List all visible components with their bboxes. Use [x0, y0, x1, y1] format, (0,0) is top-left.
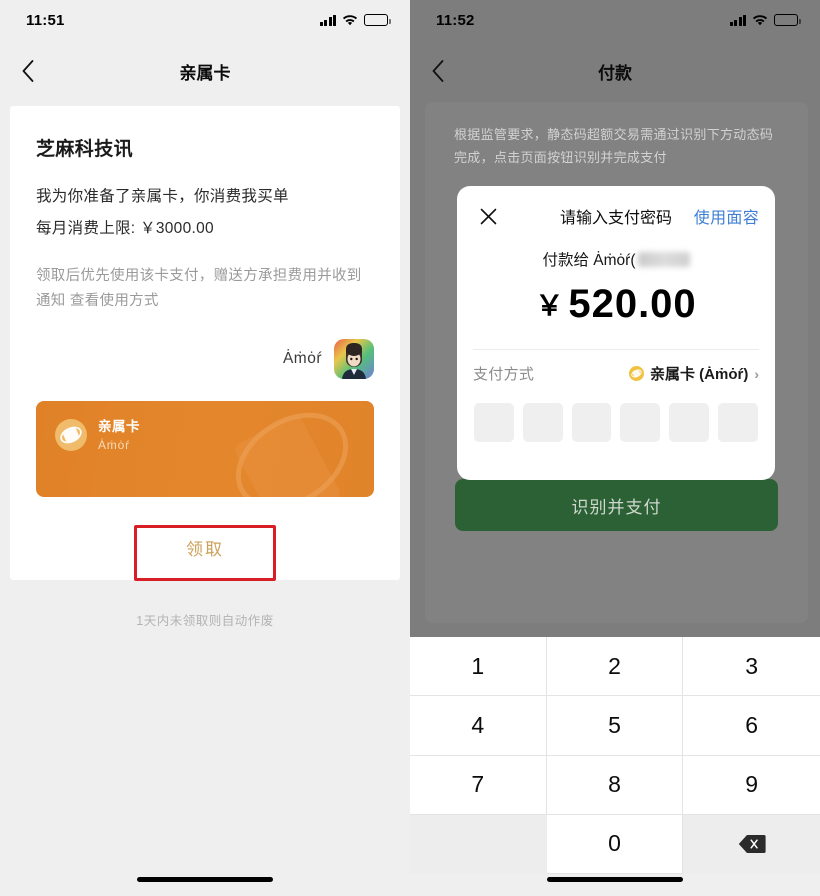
banner-subtitle: Ȧṁȯŕ — [98, 437, 130, 452]
status-bar-indicators — [729, 14, 801, 26]
key-6[interactable]: 6 — [683, 696, 820, 756]
key-4[interactable]: 4 — [410, 696, 547, 756]
expiry-note: 1天内未领取则自动作废 — [136, 614, 274, 628]
card-message-line-1: 我为你准备了亲属卡，你消费我买单 — [36, 188, 289, 205]
chevron-right-icon: › — [754, 365, 759, 382]
back-button[interactable] — [410, 40, 466, 102]
chevron-left-icon — [432, 60, 444, 82]
payee-line: 付款给 Ȧṁȯŕ( — [457, 248, 775, 270]
sender-name: Ȧṁȯŕ — [282, 349, 322, 367]
key-0[interactable]: 0 — [546, 814, 684, 874]
status-bar: 11:52 — [410, 0, 820, 40]
family-card-icon — [55, 418, 87, 451]
banner-content: 亲属卡 Ȧṁȯŕ — [55, 418, 140, 452]
claim-button-label: 领取 — [186, 539, 224, 559]
status-bar-indicators — [319, 14, 391, 26]
pin-box[interactable] — [571, 403, 612, 442]
claim-button[interactable]: 领取 — [10, 514, 400, 580]
close-icon[interactable] — [473, 201, 503, 231]
use-faceid-button[interactable]: 使用面容 — [694, 204, 759, 228]
card-usage-note: 领取后优先使用该卡支付，赠送方承担费用并收到通知 查看使用方式 — [36, 268, 362, 310]
wifi-icon — [752, 14, 768, 26]
nav-bar: 亲属卡 — [0, 40, 410, 102]
brand-name: 芝麻科技讯 — [36, 139, 134, 160]
avatar — [334, 338, 374, 379]
payment-method-name: 亲属卡 (Ȧṁȯŕ) — [650, 366, 749, 383]
key-2[interactable]: 2 — [546, 637, 684, 697]
page-title: 付款 — [598, 63, 632, 83]
regulatory-notice: 根据监管要求，静态码超额交易需通过识别下方动态码完成，点击页面按钮识别并完成支付 — [454, 127, 774, 165]
right-phone-screen: 11:52 付款 根据监管要求，静态码超额交易需通过识别下方动态码完成，点击页面… — [410, 0, 820, 896]
pin-box[interactable] — [474, 403, 514, 442]
battery-icon — [774, 14, 801, 26]
payment-amount: ￥ 520.00 — [457, 282, 775, 327]
dialog-header: 请输入支付密码 使用面容 — [457, 186, 775, 246]
currency-symbol: ￥ — [535, 290, 565, 321]
status-bar: 11:51 — [0, 0, 410, 40]
status-bar-time: 11:52 — [436, 11, 475, 29]
card-monthly-limit: 每月消费上限: ￥3000.00 — [36, 220, 214, 237]
pin-box[interactable] — [669, 403, 710, 442]
chevron-left-icon — [22, 60, 34, 82]
key-blank — [410, 814, 547, 874]
key-5[interactable]: 5 — [546, 696, 684, 756]
pin-box[interactable] — [620, 403, 661, 442]
banner-text: 亲属卡 Ȧṁȯŕ — [98, 419, 140, 452]
cellular-signal-icon — [319, 14, 336, 26]
sender-signature: Ȧṁȯŕ — [36, 338, 374, 379]
card-orbit-decoration — [235, 412, 349, 497]
battery-icon — [364, 14, 391, 26]
page-title: 亲属卡 — [179, 63, 231, 83]
banner-title: 亲属卡 — [98, 418, 140, 434]
home-indicator — [137, 877, 273, 882]
family-card-dot-icon — [629, 366, 644, 381]
backspace-key[interactable] — [683, 814, 820, 874]
payment-method-row[interactable]: 支付方式 亲属卡 (Ȧṁȯŕ) › — [457, 350, 775, 397]
pin-box[interactable] — [522, 403, 563, 442]
payment-method-label: 支付方式 — [473, 366, 535, 383]
nav-bar: 付款 — [410, 40, 820, 102]
password-dialog: 请输入支付密码 使用面容 付款给 Ȧṁȯŕ( ￥ 520.00 支付方式 亲属卡 … — [457, 186, 775, 480]
family-card-banner[interactable]: 亲属卡 Ȧṁȯŕ — [36, 400, 374, 497]
payee-label: 付款给 Ȧṁȯŕ( — [542, 252, 636, 269]
wifi-icon — [342, 14, 358, 26]
key-7[interactable]: 7 — [410, 755, 547, 815]
family-card-panel: 芝麻科技讯 我为你准备了亲属卡，你消费我买单 每月消费上限: ￥3000.00 … — [10, 106, 400, 581]
pin-input-row[interactable] — [457, 397, 775, 442]
key-8[interactable]: 8 — [546, 755, 684, 815]
back-button[interactable] — [0, 40, 56, 102]
key-9[interactable]: 9 — [683, 755, 820, 815]
left-phone-screen: 11:51 亲属卡 芝麻科技讯 我为你准备了亲属卡，你消费我买单 每月消费上限:… — [0, 0, 410, 896]
blurred-payee-id — [637, 251, 690, 267]
pin-box[interactable] — [718, 403, 758, 442]
cellular-signal-icon — [729, 14, 746, 26]
status-bar-time: 11:51 — [26, 11, 65, 29]
backspace-icon — [738, 835, 766, 854]
home-indicator — [547, 877, 683, 882]
payment-method-value[interactable]: 亲属卡 (Ȧṁȯŕ) › — [629, 363, 759, 384]
key-1[interactable]: 1 — [410, 637, 547, 697]
confirm-pay-button[interactable]: 识别并支付 — [455, 479, 778, 531]
numeric-keypad: 1 2 3 4 5 6 7 8 9 0 — [410, 637, 820, 874]
amount-value: 520.00 — [568, 282, 697, 326]
dual-screenshot: 11:51 亲属卡 芝麻科技讯 我为你准备了亲属卡，你消费我买单 每月消费上限:… — [0, 0, 820, 896]
key-3[interactable]: 3 — [683, 637, 820, 697]
